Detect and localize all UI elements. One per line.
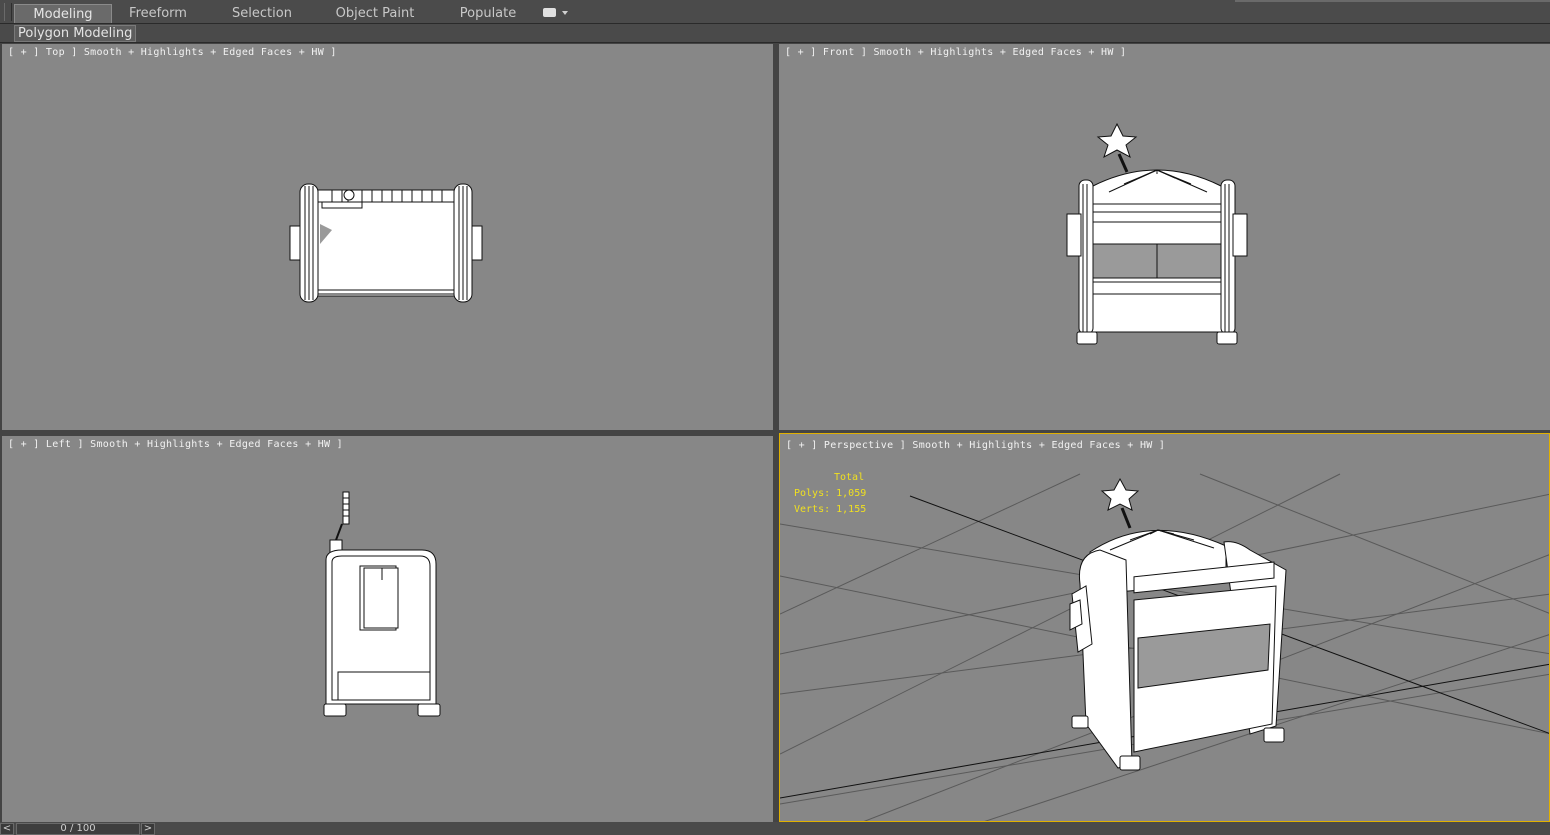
stats-verts: Verts: 1,155 <box>794 504 867 515</box>
tab-populate[interactable]: Populate <box>448 4 528 23</box>
viewport-perspective[interactable]: [ + ] Perspective ] Smooth + Highlights … <box>779 433 1550 822</box>
viewport-front[interactable]: [ + ] Front ] Smooth + Highlights + Edge… <box>779 44 1550 430</box>
chevron-down-icon <box>562 11 568 15</box>
polygon-modeling-panel[interactable]: Polygon Modeling <box>14 25 137 42</box>
ribbon-subpanel: Polygon Modeling <box>0 24 1550 43</box>
time-next-button[interactable]: > <box>141 823 155 835</box>
tab-freeform[interactable]: Freeform <box>118 4 198 23</box>
ribbon-options-icon <box>543 8 556 17</box>
front-view-model <box>1066 122 1248 345</box>
ribbon-bar: Modeling Freeform Selection Object Paint… <box>0 0 1550 24</box>
left-view-model <box>323 491 441 717</box>
stats-polys: Polys: 1,059 <box>794 488 867 499</box>
ribbon-options-dropdown[interactable] <box>543 7 569 19</box>
stats-total-label: Total <box>834 472 865 483</box>
time-prev-button[interactable]: < <box>0 823 14 835</box>
time-slider[interactable]: 0 / 100 <box>16 823 140 835</box>
ribbon-grip[interactable] <box>4 3 12 21</box>
viewport-left[interactable]: [ + ] Left ] Smooth + Highlights + Edged… <box>2 436 773 822</box>
top-view-model <box>289 183 483 303</box>
viewport-top[interactable]: [ + ] Top ] Smooth + Highlights + Edged … <box>2 44 773 430</box>
time-slider-bar <box>0 822 1550 835</box>
tab-modeling[interactable]: Modeling <box>14 4 112 23</box>
tab-selection[interactable]: Selection <box>222 4 302 23</box>
stats-overlay: Total Polys: 1,059 Verts: 1,155 <box>794 470 866 518</box>
ribbon-divider <box>1235 0 1550 2</box>
tab-object-paint[interactable]: Object Paint <box>325 4 425 23</box>
perspective-view-model <box>780 473 1549 821</box>
